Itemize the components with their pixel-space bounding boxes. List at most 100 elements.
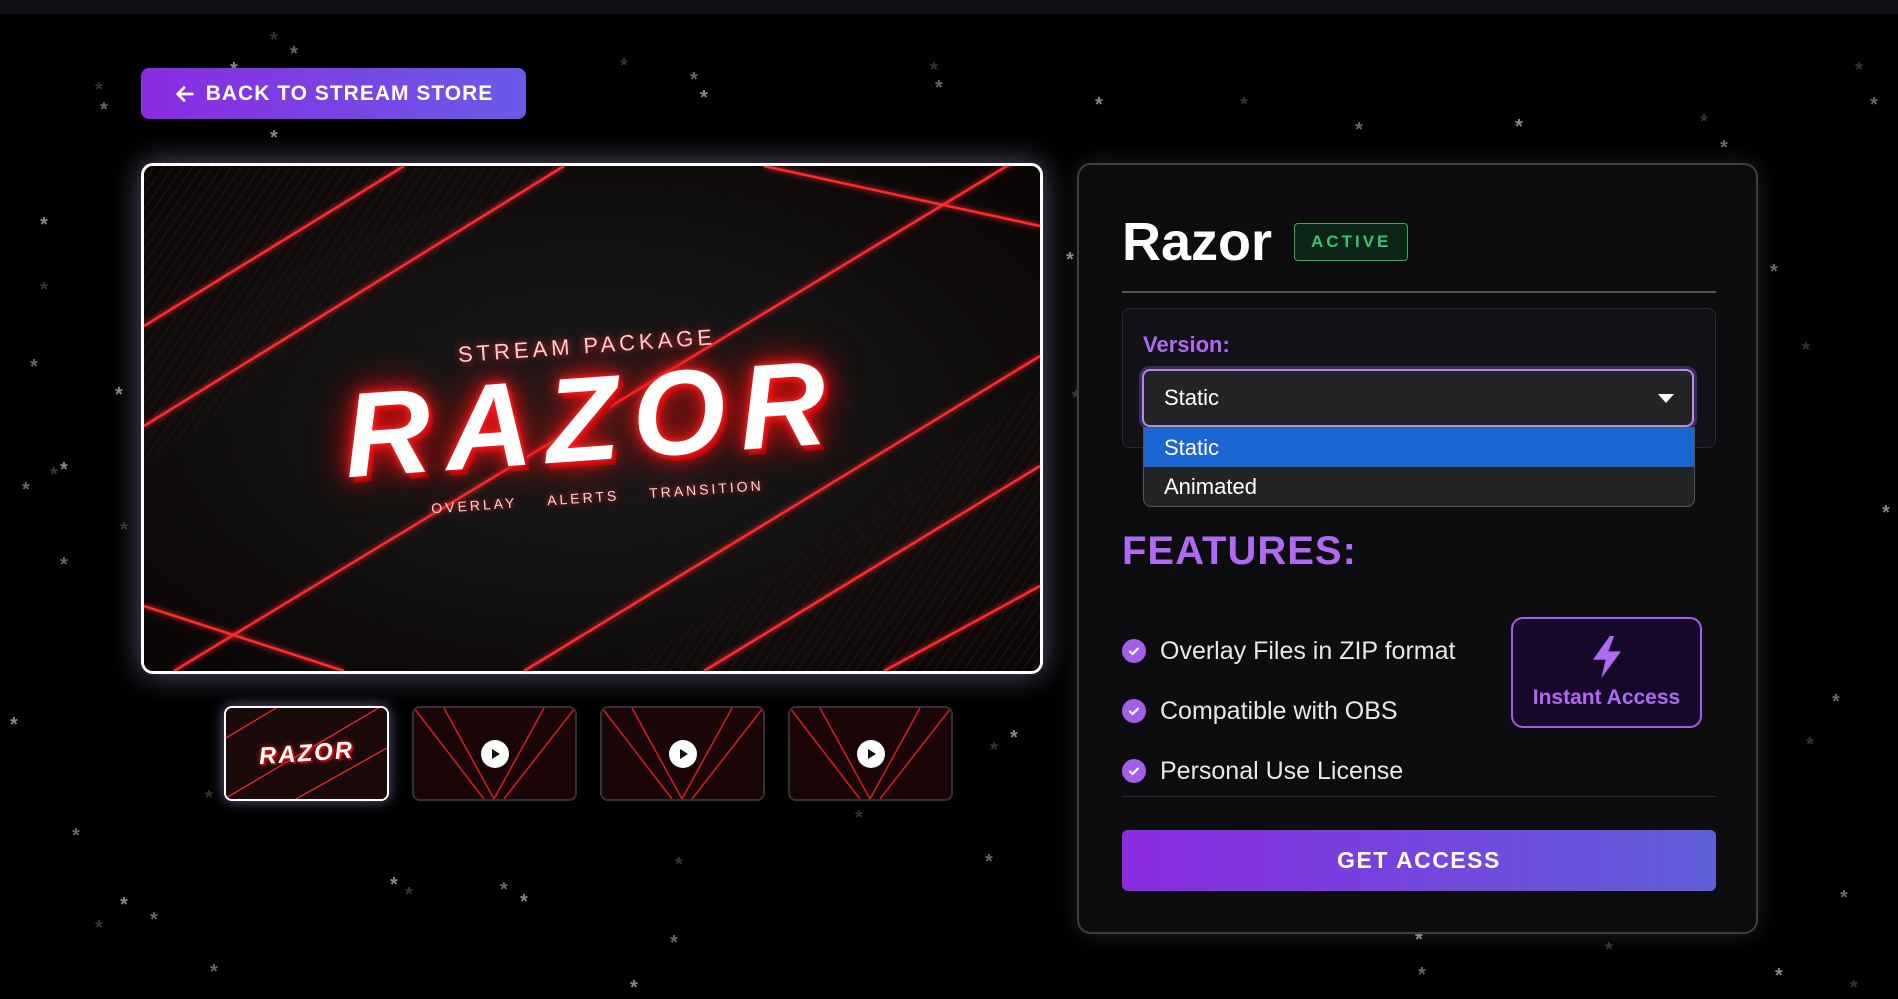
star-decoration: * xyxy=(620,55,628,77)
star-decoration: * xyxy=(630,977,638,999)
star-decoration: * xyxy=(150,909,158,931)
version-option-static[interactable]: Static xyxy=(1144,428,1694,467)
version-select[interactable]: Static xyxy=(1142,369,1694,427)
play-icon xyxy=(668,739,697,768)
star-decoration: * xyxy=(10,714,18,736)
star-decoration: * xyxy=(670,932,678,954)
star-decoration: * xyxy=(1806,734,1814,756)
thumbnail-image[interactable]: RAZOR xyxy=(224,706,389,801)
product-title-row: Razor ACTIVE xyxy=(1122,211,1409,273)
star-decoration: * xyxy=(1882,502,1890,524)
star-decoration: * xyxy=(1240,94,1248,116)
hero-tag: OVERLAY xyxy=(430,493,518,516)
back-to-store-button[interactable]: BACK TO STREAM STORE xyxy=(141,68,526,119)
feature-item: Personal Use License xyxy=(1122,741,1455,801)
star-decoration: * xyxy=(60,459,68,481)
star-decoration: * xyxy=(270,127,278,149)
star-decoration: * xyxy=(390,874,398,896)
star-decoration: * xyxy=(72,825,80,847)
star-decoration: * xyxy=(30,356,38,378)
feature-item: Overlay Files in ZIP format xyxy=(1122,621,1455,681)
star-decoration: * xyxy=(1770,261,1778,283)
star-decoration: * xyxy=(1095,94,1103,116)
feature-text: Personal Use License xyxy=(1160,756,1404,785)
star-decoration: * xyxy=(985,851,993,873)
thumbnail-video[interactable] xyxy=(600,706,765,801)
instant-access-badge: Instant Access xyxy=(1511,617,1702,728)
version-option-animated[interactable]: Animated xyxy=(1144,467,1694,506)
star-decoration: * xyxy=(1720,137,1728,159)
lightning-bolt-icon xyxy=(1592,635,1621,678)
hero-tag: ALERTS xyxy=(546,486,620,508)
thumbnail-label: RAZOR xyxy=(257,736,355,770)
star-decoration: * xyxy=(1855,59,1863,81)
star-decoration: * xyxy=(1775,965,1783,987)
star-decoration: * xyxy=(100,99,108,121)
star-decoration: * xyxy=(1355,119,1363,141)
star-decoration: * xyxy=(500,879,508,901)
product-details-panel: Razor ACTIVE Version: Static FEATURES: O… xyxy=(1077,163,1758,934)
star-decoration: * xyxy=(290,43,298,65)
play-icon xyxy=(480,739,509,768)
star-decoration: * xyxy=(1418,964,1426,986)
product-title: Razor xyxy=(1122,212,1273,272)
divider xyxy=(1122,291,1716,293)
star-decoration: * xyxy=(40,214,48,236)
star-decoration: * xyxy=(210,961,218,983)
star-decoration: * xyxy=(690,69,698,91)
star-decoration: * xyxy=(120,894,128,916)
hero-product-name: RAZOR xyxy=(339,334,845,503)
star-decoration: * xyxy=(95,79,103,101)
star-decoration: * xyxy=(40,279,48,301)
star-decoration: * xyxy=(120,519,128,541)
star-decoration: * xyxy=(675,854,683,876)
version-label: Version: xyxy=(1143,332,1230,357)
star-decoration: * xyxy=(1870,94,1878,116)
star-decoration: * xyxy=(990,739,998,761)
get-access-button[interactable]: GET ACCESS xyxy=(1122,830,1716,891)
star-decoration: * xyxy=(405,884,413,906)
top-bar xyxy=(0,0,1898,14)
feature-text: Overlay Files in ZIP format xyxy=(1160,636,1456,665)
thumbnail-strip: RAZOR xyxy=(224,706,953,801)
check-circle-icon xyxy=(1122,639,1146,663)
star-decoration: * xyxy=(60,554,68,576)
star-decoration: * xyxy=(1840,887,1848,909)
back-button-label: BACK TO STREAM STORE xyxy=(205,81,494,105)
features-list: Overlay Files in ZIP format Compatible w… xyxy=(1122,621,1455,801)
star-decoration: * xyxy=(935,77,943,99)
version-dropdown-menu: Static Animated xyxy=(1143,427,1695,507)
feature-item: Compatible with OBS xyxy=(1122,681,1455,741)
star-decoration: * xyxy=(855,807,863,829)
star-decoration: * xyxy=(1515,116,1523,138)
thumbnail-video[interactable] xyxy=(788,706,953,801)
features-heading: FEATURES: xyxy=(1122,529,1357,573)
play-icon xyxy=(856,739,885,768)
star-decoration: * xyxy=(205,787,213,809)
feature-text: Compatible with OBS xyxy=(1160,696,1398,725)
instant-access-label: Instant Access xyxy=(1532,685,1681,709)
star-decoration: * xyxy=(270,29,278,51)
check-circle-icon xyxy=(1122,699,1146,723)
star-decoration: * xyxy=(1850,977,1858,999)
caret-down-icon xyxy=(1658,393,1674,403)
divider xyxy=(1122,796,1716,797)
version-select-value: Static xyxy=(1164,385,1220,410)
star-decoration: * xyxy=(115,384,123,406)
status-badge: ACTIVE xyxy=(1294,223,1409,261)
star-decoration: * xyxy=(22,479,30,501)
thumbnail-video[interactable] xyxy=(412,706,577,801)
star-decoration: * xyxy=(95,917,103,939)
arrow-left-icon xyxy=(175,85,194,102)
check-circle-icon xyxy=(1122,759,1146,783)
star-decoration: * xyxy=(1700,111,1708,133)
star-decoration: * xyxy=(700,87,708,109)
star-decoration: * xyxy=(520,891,528,913)
star-decoration: * xyxy=(930,59,938,81)
star-decoration: * xyxy=(1802,339,1810,361)
star-decoration: * xyxy=(1010,727,1018,749)
star-decoration: * xyxy=(50,464,58,486)
star-decoration: * xyxy=(1066,249,1074,271)
product-hero-image: STREAM PACKAGE RAZOR OVERLAY ALERTS TRAN… xyxy=(141,163,1043,674)
star-decoration: * xyxy=(1605,939,1613,961)
